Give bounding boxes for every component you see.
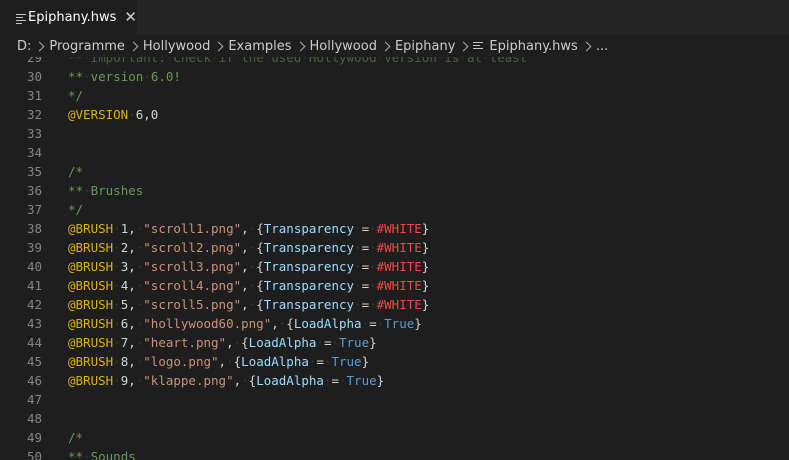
code-line[interactable]: 31 */ — [0, 86, 789, 105]
line-number: 47 — [26, 392, 42, 407]
line-number: 42 — [26, 297, 42, 312]
chevron-right-icon — [380, 41, 391, 51]
line-number: 35 — [26, 164, 42, 179]
line-number: 29 — [26, 57, 42, 65]
code-line[interactable]: 43 @BRUSH·6,·"hollywood60.png",·{LoadAlph… — [0, 314, 789, 333]
code-text: **·Important:·Check·if·the·used·Hollywoo… — [68, 57, 528, 65]
line-number: 45 — [26, 354, 42, 369]
line-number: 31 — [26, 88, 42, 103]
line-number: 40 — [26, 259, 42, 274]
code-line[interactable]: 49 /* — [0, 428, 789, 447]
code-line[interactable]: 32 @VERSION·6,0 — [0, 105, 789, 124]
code-line[interactable]: 34 — [0, 143, 789, 162]
code-text: @BRUSH·8,·"logo.png",·{LoadAlpha·=·True} — [68, 354, 370, 369]
code-text: /* — [68, 430, 84, 445]
code-line[interactable]: 39 @BRUSH·2,·"scroll2.png",·{Transparency… — [0, 238, 789, 257]
code-line[interactable]: 38 @BRUSH·1,·"scroll1.png",·{Transparency… — [0, 219, 789, 238]
code-text: **·Sounds — [68, 449, 136, 460]
code-line[interactable]: 36 **·Brushes — [0, 181, 789, 200]
chevron-right-icon — [34, 41, 45, 51]
chevron-right-icon — [128, 41, 139, 51]
file-lines-icon — [473, 41, 484, 51]
tab-bar: Epiphany.hws ✕ — [0, 0, 789, 35]
chevron-right-icon — [458, 41, 469, 51]
code-line[interactable]: 44 @BRUSH·7,·"heart.png",·{LoadAlpha·=·Tr… — [0, 333, 789, 352]
code-text: @BRUSH·1,·"scroll1.png",·{Transparency·=… — [68, 221, 430, 236]
code-line[interactable]: 47 — [0, 390, 789, 409]
line-number: 39 — [26, 240, 42, 255]
breadcrumb-item-drive[interactable]: D: — [17, 39, 31, 54]
line-number: 44 — [26, 335, 42, 350]
code-text: @BRUSH·3,·"scroll3.png",·{Transparency·=… — [68, 259, 430, 274]
breadcrumb: D: Programme Hollywood Examples Hollywoo… — [0, 35, 789, 57]
line-number: 36 — [26, 183, 42, 198]
file-lines-icon — [15, 12, 26, 24]
code-line[interactable]: 29 **·Important:·Check·if·the·used·Hollyw… — [0, 57, 789, 67]
code-line[interactable]: 50 **·Sounds — [0, 447, 789, 460]
code-text: */ — [68, 88, 84, 103]
tab-label: Epiphany.hws — [28, 10, 117, 25]
code-text: **·Brushes — [68, 183, 144, 198]
chevron-right-icon — [581, 41, 592, 51]
line-number: 43 — [26, 316, 42, 331]
code-text: @BRUSH·7,·"heart.png",·{LoadAlpha·=·True… — [68, 335, 377, 350]
code-text: **·version·6.0! — [68, 69, 181, 84]
line-number: 34 — [26, 145, 42, 160]
code-text: /* — [68, 164, 84, 179]
code-text: @BRUSH·5,·"scroll5.png",·{Transparency·=… — [68, 297, 430, 312]
breadcrumb-item-epiphany[interactable]: Epiphany — [395, 39, 455, 54]
code-line[interactable]: 37 */ — [0, 200, 789, 219]
code-line[interactable]: 41 @BRUSH·4,·"scroll4.png",·{Transparency… — [0, 276, 789, 295]
breadcrumb-item-file[interactable]: Epiphany.hws — [489, 39, 577, 54]
line-number: 32 — [26, 107, 42, 122]
chevron-right-icon — [295, 41, 305, 51]
code-text: @BRUSH·2,·"scroll2.png",·{Transparency·=… — [68, 240, 430, 255]
line-number: 33 — [26, 126, 42, 141]
line-number: 41 — [26, 278, 42, 293]
line-number: 37 — [26, 202, 42, 217]
code-text: @BRUSH·6,·"hollywood60.png",·{LoadAlpha·… — [68, 316, 422, 331]
breadcrumb-more[interactable]: ... — [596, 39, 608, 54]
code-editor[interactable]: 29 **·Important:·Check·if·the·used·Hollyw… — [0, 57, 789, 460]
code-line[interactable]: 35 /* — [0, 162, 789, 181]
line-number: 50 — [26, 449, 42, 460]
code-line[interactable]: 42 @BRUSH·5,·"scroll5.png",·{Transparency… — [0, 295, 789, 314]
line-number: 49 — [26, 430, 42, 445]
code-line[interactable]: 46 @BRUSH·9,·"klappe.png",·{LoadAlpha·=·T… — [0, 371, 789, 390]
code-text: */ — [68, 202, 84, 217]
breadcrumb-item-hollywood-sub[interactable]: Hollywood — [310, 39, 377, 54]
breadcrumb-item-hollywood[interactable]: Hollywood — [143, 39, 210, 54]
line-number: 46 — [26, 373, 42, 388]
close-icon[interactable]: ✕ — [124, 10, 137, 25]
code-text: @VERSION·6,0 — [68, 107, 159, 122]
chevron-right-icon — [213, 41, 224, 51]
code-line[interactable]: 33 — [0, 124, 789, 143]
breadcrumb-item-programme[interactable]: Programme — [49, 39, 125, 54]
line-number: 48 — [26, 411, 42, 426]
tab-epiphany-hws[interactable]: Epiphany.hws ✕ — [0, 0, 137, 35]
code-line[interactable]: 48 — [0, 409, 789, 428]
breadcrumb-item-examples[interactable]: Examples — [228, 39, 291, 54]
code-text: @BRUSH·4,·"scroll4.png",·{Transparency·=… — [68, 278, 430, 293]
code-line[interactable]: 30 **·version·6.0! — [0, 67, 789, 86]
code-text: @BRUSH·9,·"klappe.png",·{LoadAlpha·=·Tru… — [68, 373, 385, 388]
code-line[interactable]: 40 @BRUSH·3,·"scroll3.png",·{Transparency… — [0, 257, 789, 276]
line-number: 38 — [26, 221, 42, 236]
code-line[interactable]: 45 @BRUSH·8,·"logo.png",·{LoadAlpha·=·Tru… — [0, 352, 789, 371]
line-number: 30 — [26, 69, 42, 84]
